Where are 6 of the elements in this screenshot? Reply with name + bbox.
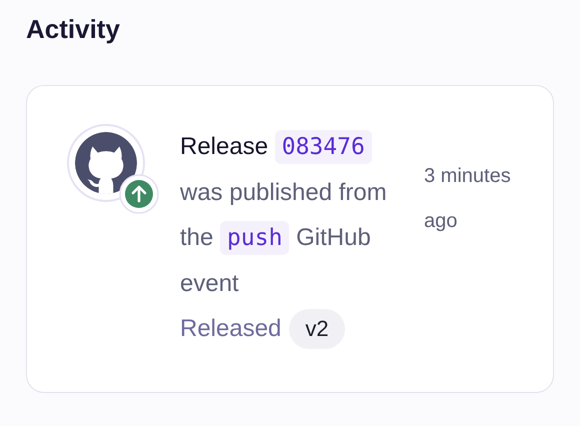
timestamp: 3 minutes ago [424,164,512,234]
version-tag: v2 [289,308,345,348]
event-description: Release 083476 was published from the push GitHub event [180,124,408,306]
status-label: Released [180,314,282,342]
octocat-icon [75,132,137,194]
section-heading: Activity [26,14,121,45]
